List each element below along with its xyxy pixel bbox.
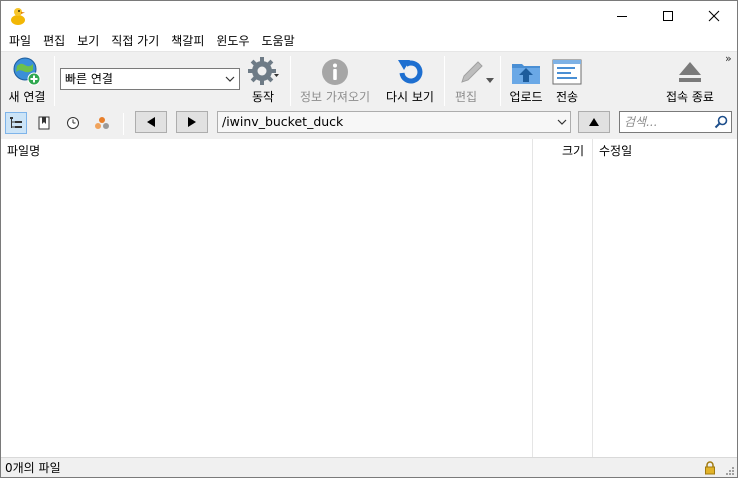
transfers-label: 전송 (555, 90, 579, 104)
info-icon (322, 59, 348, 85)
lock-icon[interactable] (704, 461, 716, 475)
column-divider (592, 139, 593, 457)
upload-label: 업로드 (509, 90, 543, 104)
parent-directory-button[interactable] (578, 111, 610, 133)
bonjour-view-button[interactable] (91, 112, 113, 134)
refresh-icon (398, 60, 423, 84)
globe-plus-icon (13, 57, 41, 86)
toolbar-overflow-icon[interactable]: » (725, 52, 732, 65)
menu-view[interactable]: 보기 (71, 31, 105, 51)
path-bar: /iwinv_bucket_duck 검색... (1, 109, 737, 139)
bookmark-icon (38, 116, 50, 130)
toolbar-separator (54, 56, 55, 106)
search-input[interactable]: 검색... (619, 111, 732, 133)
arrow-left-icon (147, 117, 155, 127)
chevron-down-icon (223, 69, 237, 89)
close-button[interactable] (691, 1, 737, 31)
disconnect-button[interactable]: 접속 종료 (660, 56, 720, 106)
search-placeholder: 검색... (624, 115, 658, 129)
disconnect-label: 접속 종료 (666, 90, 714, 104)
get-info-button[interactable]: 정보 가져오기 (295, 56, 375, 106)
gear-icon (248, 57, 279, 85)
folder-upload-icon (512, 64, 540, 84)
refresh-label: 다시 보기 (386, 90, 434, 104)
column-size[interactable]: 크기 (556, 139, 592, 163)
status-text: 0개의 파일 (5, 461, 61, 475)
bookmarks-view-button[interactable] (33, 112, 55, 134)
edit-label: 편집 (454, 90, 478, 104)
app-window: 파일 편집 보기 직접 가기 책갈피 윈도우 도움말 새 연결 빠른 연결 동작… (0, 0, 738, 478)
new-connection-button[interactable]: 새 연결 (5, 56, 49, 106)
title-bar (1, 1, 737, 31)
resize-grip-icon[interactable] (725, 466, 735, 476)
network-icon (95, 117, 109, 129)
upload-button[interactable]: 업로드 (504, 56, 548, 106)
menu-window[interactable]: 윈도우 (210, 31, 255, 51)
refresh-button[interactable]: 다시 보기 (381, 56, 439, 106)
toolbar-separator (500, 56, 501, 106)
minimize-button[interactable] (599, 1, 645, 31)
forward-button[interactable] (176, 111, 208, 133)
status-bar: 0개의 파일 (1, 457, 737, 477)
quick-connect-label: 빠른 연결 (65, 72, 113, 86)
menu-bookmarks[interactable]: 책갈피 (165, 31, 210, 51)
column-filename[interactable]: 파일명 (1, 139, 532, 163)
action-label: 동작 (251, 90, 275, 104)
search-icon (714, 115, 728, 129)
pencil-icon (461, 61, 483, 83)
chevron-down-icon (557, 112, 567, 132)
toolbar-separator (444, 56, 445, 106)
transfers-button[interactable]: 전송 (550, 56, 584, 106)
toolbar-separator (290, 56, 291, 106)
path-dropdown[interactable]: /iwinv_bucket_duck (217, 111, 571, 133)
menu-bar: 파일 편집 보기 직접 가기 책갈피 윈도우 도움말 (1, 31, 737, 51)
file-list[interactable]: 파일명 크기 수정일 (1, 139, 737, 457)
toolbar: 새 연결 빠른 연결 동작 정보 가져오기 다시 보기 편집 업로드 전송 접속… (1, 51, 737, 109)
duck-app-icon (9, 6, 27, 26)
get-info-label: 정보 가져오기 (299, 90, 371, 104)
pathbar-separator (123, 113, 124, 135)
maximize-button[interactable] (645, 1, 691, 31)
arrow-up-icon (589, 118, 599, 126)
menu-go[interactable]: 직접 가기 (105, 31, 165, 51)
quick-connect-dropdown[interactable]: 빠른 연결 (60, 68, 240, 90)
current-path: /iwinv_bucket_duck (222, 114, 344, 129)
action-button[interactable]: 동작 (242, 56, 284, 106)
menu-help[interactable]: 도움말 (256, 31, 301, 51)
tree-view-icon (10, 117, 22, 128)
edit-dropdown-caret-icon[interactable] (486, 78, 494, 83)
transfer-window-icon (552, 59, 582, 85)
column-divider (532, 139, 533, 457)
history-view-button[interactable] (62, 112, 84, 134)
column-modified[interactable]: 수정일 (593, 139, 737, 163)
new-connection-label: 새 연결 (8, 90, 46, 104)
menu-edit[interactable]: 편집 (37, 31, 71, 51)
back-button[interactable] (135, 111, 167, 133)
eject-icon (679, 62, 701, 82)
menu-file[interactable]: 파일 (3, 31, 37, 51)
clock-icon (67, 117, 79, 129)
arrow-right-icon (188, 117, 196, 127)
browser-view-button[interactable] (5, 112, 27, 134)
